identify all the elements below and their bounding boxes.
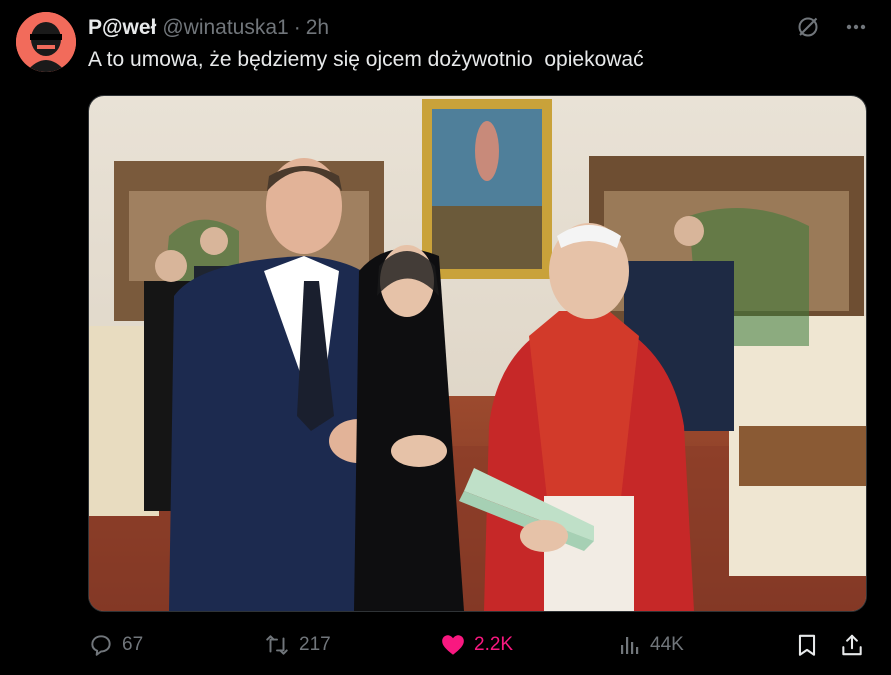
like-button[interactable]: 2.2K [440,628,513,662]
tweet[interactable]: P@weł @winatuska1 · 2h A to umowa, że bę… [0,0,891,675]
repost-button[interactable]: 217 [263,628,331,662]
repost-count: 217 [299,634,331,655]
views-count: 44K [650,634,684,655]
grok-icon[interactable] [795,14,821,40]
timestamp[interactable]: 2h [306,16,329,40]
bookmark-icon [798,634,816,656]
avatar-image [16,12,76,72]
reply-button[interactable]: 67 [88,628,143,662]
user-handle[interactable]: @winatuska1 [162,16,288,40]
photo-image [89,96,866,611]
views-button[interactable]: 44K [618,628,684,662]
more-icon[interactable] [843,14,869,40]
tweet-photo[interactable] [88,95,867,612]
top-actions [795,14,869,40]
action-bar: 67 217 2.2K 44K [88,628,868,662]
heart-icon [442,635,464,655]
separator-dot: · [293,16,301,39]
display-name[interactable]: P@weł [88,16,156,40]
share-icon [842,634,862,656]
avatar[interactable] [16,12,76,72]
tweet-text: A to umowa, że będziemy się ojcem dożywo… [88,48,644,71]
bookmark-button[interactable] [794,628,820,662]
views-icon [621,637,639,654]
tweet-header: P@weł @winatuska1 · 2h [88,14,329,42]
repost-icon [266,635,288,655]
reply-icon [91,635,111,656]
reply-count: 67 [122,634,144,655]
like-count: 2.2K [474,634,514,655]
share-button[interactable] [839,628,865,662]
